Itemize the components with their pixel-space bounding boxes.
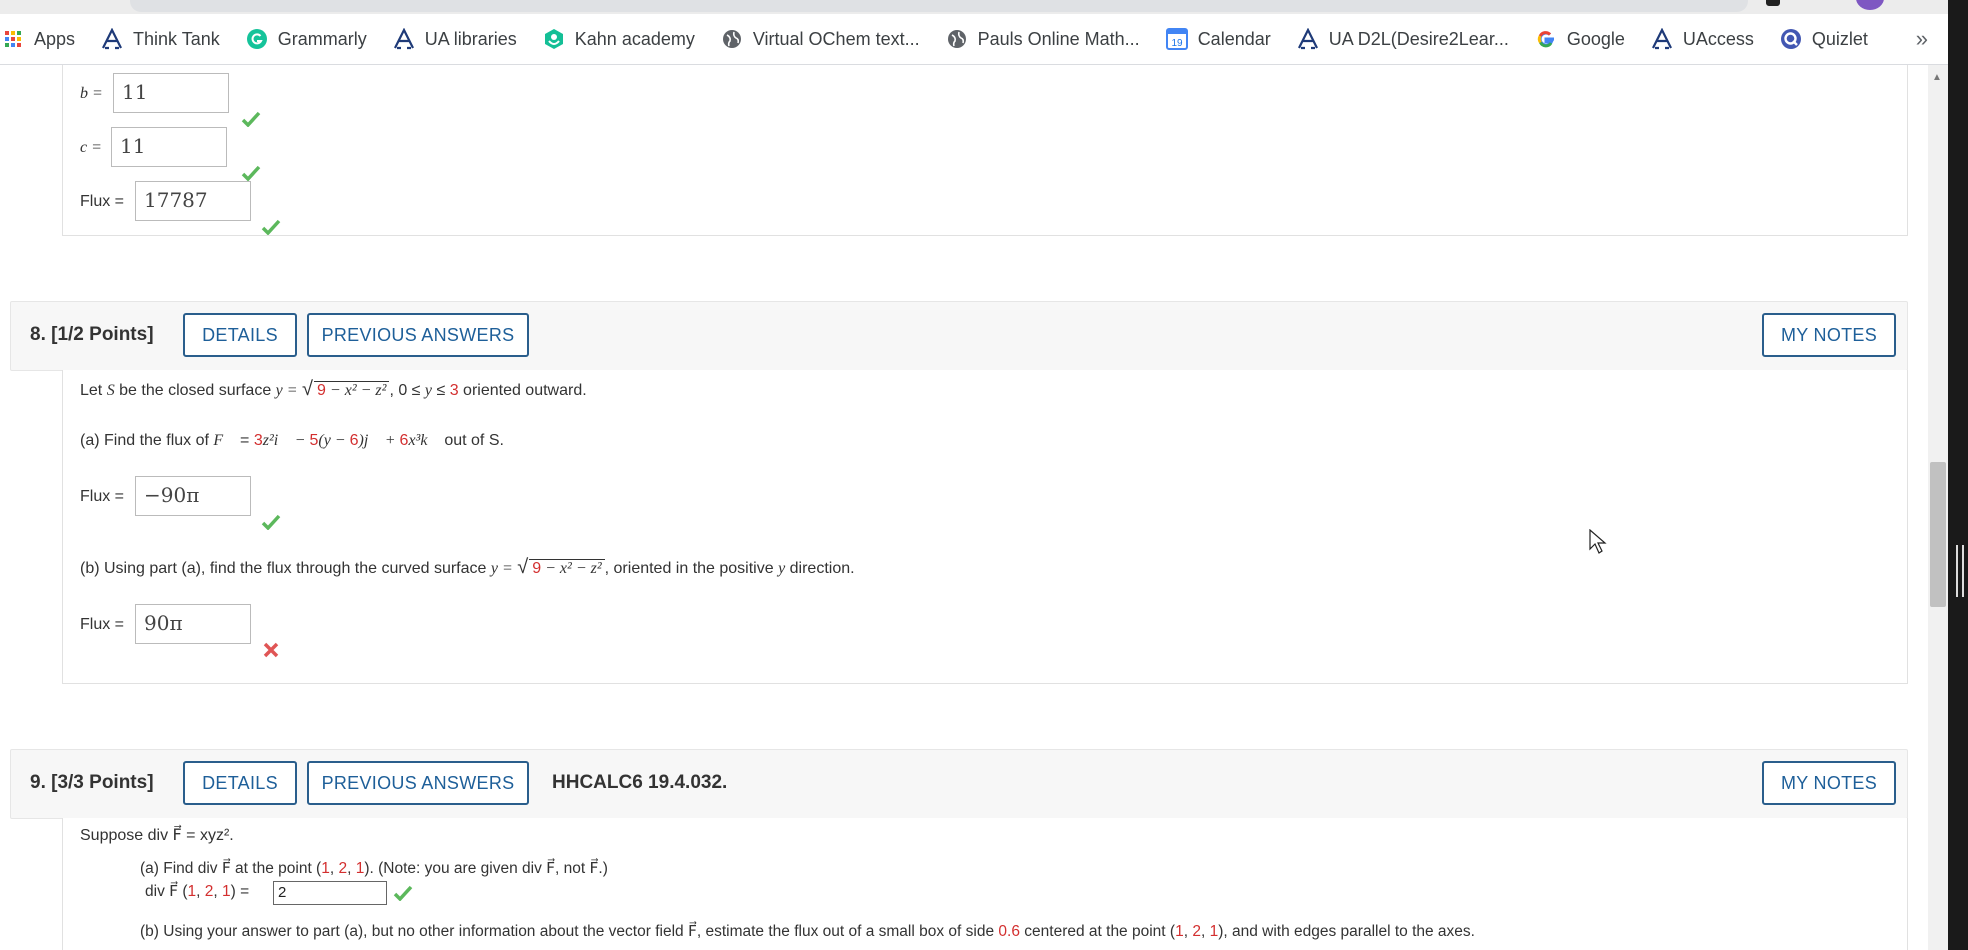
flux-answer-field[interactable]: 17787 bbox=[135, 181, 251, 221]
bookmark-label: Think Tank bbox=[133, 28, 220, 49]
bookmark-label: Grammarly bbox=[277, 28, 367, 49]
b-answer-field[interactable]: 11 bbox=[113, 73, 229, 113]
arizona-a-icon bbox=[1297, 28, 1319, 50]
part-a-answer-field[interactable]: 2 bbox=[273, 881, 387, 905]
question-9-header: 9. [3/3 Points] DETAILS PREVIOUS ANSWERS… bbox=[10, 749, 1908, 819]
assignment-content: b = 11 c = 11 Flux = 17787 8. [1/2 Point… bbox=[0, 65, 1928, 950]
bookmark-apps[interactable]: Apps bbox=[2, 28, 75, 50]
bookmark-label: UAccess bbox=[1682, 28, 1754, 49]
globe-icon bbox=[721, 28, 743, 50]
grammarly-icon bbox=[246, 28, 268, 50]
bookmark-virtual-ochem[interactable]: Virtual OChem text... bbox=[721, 28, 920, 50]
bookmark-ua-d2l[interactable]: UA D2L(Desire2Lear... bbox=[1297, 28, 1509, 50]
bookmark-label: Quizlet bbox=[1811, 28, 1868, 49]
previous-answers-button[interactable]: PREVIOUS ANSWERS bbox=[307, 761, 529, 805]
problem-code: HHCALC6 19.4.032. bbox=[552, 772, 728, 793]
correct-check-icon bbox=[241, 111, 261, 127]
bookmarks-bar: Apps Think Tank Grammarly UA libraries K… bbox=[0, 14, 1968, 65]
flux-label: Flux = bbox=[80, 488, 125, 505]
question-number: 8. [1/2 Points] bbox=[30, 324, 154, 345]
resize-handle[interactable] bbox=[1956, 545, 1964, 597]
question-7-body: b = 11 c = 11 Flux = 17787 bbox=[62, 65, 1908, 236]
flux-label: Flux = bbox=[80, 616, 125, 633]
details-button[interactable]: DETAILS bbox=[183, 313, 297, 357]
incorrect-x-icon bbox=[263, 642, 279, 658]
bookmark-quizlet[interactable]: Quizlet bbox=[1780, 28, 1868, 50]
calendar-icon: 19 bbox=[1165, 28, 1188, 50]
bookmark-label: Google bbox=[1566, 28, 1625, 49]
globe-icon bbox=[946, 28, 968, 50]
part-b-prompt: (b) Using your answer to part (a), but n… bbox=[140, 923, 1475, 940]
bookmark-label: Kahn academy bbox=[574, 28, 695, 49]
bookmark-ua-libraries[interactable]: UA libraries bbox=[393, 28, 517, 50]
bookmark-khan-academy[interactable]: Kahn academy bbox=[543, 28, 695, 50]
bookmark-calendar[interactable]: 19 Calendar bbox=[1165, 28, 1271, 50]
flux-label: Flux = bbox=[80, 193, 125, 210]
my-notes-button[interactable]: MY NOTES bbox=[1762, 313, 1896, 357]
bookmark-label: Virtual OChem text... bbox=[752, 28, 920, 49]
b-label: b = bbox=[80, 85, 103, 102]
address-bar[interactable] bbox=[130, 0, 1748, 12]
bookmark-think-tank[interactable]: Think Tank bbox=[101, 28, 220, 50]
details-button[interactable]: DETAILS bbox=[183, 761, 297, 805]
bookmark-label: UA D2L(Desire2Lear... bbox=[1328, 28, 1509, 49]
bookmark-label: UA libraries bbox=[424, 28, 517, 49]
bookmark-pauls-online-math[interactable]: Pauls Online Math... bbox=[946, 28, 1140, 50]
bookmark-label: Calendar bbox=[1197, 28, 1271, 49]
c-label: c = bbox=[80, 139, 102, 156]
google-g-icon bbox=[1535, 28, 1557, 50]
question-8-header: 8. [1/2 Points] DETAILS PREVIOUS ANSWERS… bbox=[10, 301, 1908, 371]
arizona-a-icon bbox=[101, 28, 123, 50]
part-a-prompt: (a) Find div F⃗ at the point (1, 2, 1). … bbox=[140, 860, 608, 877]
bookmark-label: Apps bbox=[34, 28, 76, 49]
part-a-answer-label: div F⃗ (1, 2, 1) = bbox=[145, 883, 250, 900]
part-a-prompt: (a) Find the flux of F⃗ = 3z²i⃗ − 5(y − … bbox=[80, 432, 504, 449]
arizona-a-icon bbox=[393, 28, 415, 50]
bookmark-google[interactable]: Google bbox=[1535, 28, 1625, 50]
extension-icon[interactable] bbox=[1766, 0, 1780, 6]
previous-answers-button[interactable]: PREVIOUS ANSWERS bbox=[307, 313, 529, 357]
problem-statement: Let S be the closed surface y = √ 9 − x² … bbox=[80, 378, 587, 400]
correct-check-icon bbox=[261, 514, 281, 530]
question-8-body: Let S be the closed surface y = √ 9 − x² … bbox=[62, 370, 1908, 684]
khan-academy-icon bbox=[543, 28, 565, 50]
part-b-flux-field[interactable]: 90π bbox=[135, 604, 251, 644]
scrollbar-thumb[interactable] bbox=[1930, 462, 1946, 607]
bookmark-grammarly[interactable]: Grammarly bbox=[246, 28, 367, 50]
arizona-a-icon bbox=[1651, 28, 1673, 50]
correct-check-icon bbox=[393, 885, 413, 901]
question-9-body: Suppose div F⃗ = xyz². (a) Find div F⃗ a… bbox=[62, 818, 1908, 950]
question-number: 9. [3/3 Points] bbox=[30, 772, 154, 793]
bookmark-label: Pauls Online Math... bbox=[977, 28, 1140, 49]
scroll-up-arrow-icon[interactable]: ▲ bbox=[1932, 72, 1942, 83]
svg-text:19: 19 bbox=[1171, 38, 1183, 49]
window-edge bbox=[1948, 0, 1968, 950]
apps-grid-icon bbox=[2, 28, 24, 50]
bookmarks-overflow-chevron-icon[interactable]: » bbox=[1916, 26, 1928, 52]
quizlet-icon bbox=[1780, 28, 1802, 50]
c-answer-field[interactable]: 11 bbox=[111, 127, 227, 167]
part-b-prompt: (b) Using part (a), find the flux throug… bbox=[80, 556, 855, 578]
mouse-cursor-icon bbox=[1589, 529, 1607, 554]
correct-check-icon bbox=[261, 219, 281, 235]
problem-statement: Suppose div F⃗ = xyz². bbox=[80, 827, 234, 844]
part-a-flux-field[interactable]: −90π bbox=[135, 476, 251, 516]
my-notes-button[interactable]: MY NOTES bbox=[1762, 761, 1896, 805]
correct-check-icon bbox=[241, 165, 261, 181]
bookmark-uaccess[interactable]: UAccess bbox=[1651, 28, 1754, 50]
